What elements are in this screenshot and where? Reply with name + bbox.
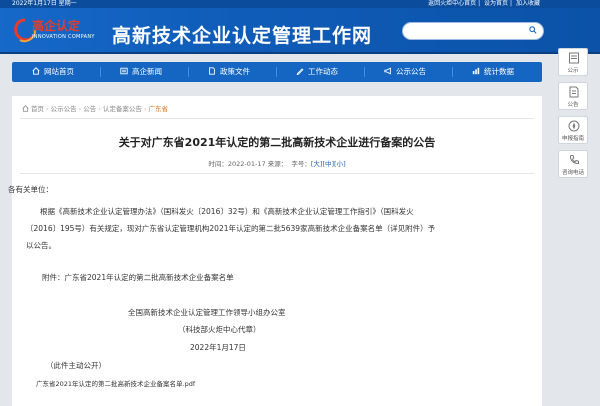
nav-divider <box>188 67 189 77</box>
nav-item-work[interactable]: 工作动态 <box>296 62 338 82</box>
home-icon <box>22 105 29 112</box>
sidebar-label: 公告 <box>567 102 579 108</box>
main-nav: 网站首页 高企新闻 政策文件 工作动态 公示公告 统计数据 <box>12 62 542 82</box>
pen-icon <box>296 68 304 75</box>
announcement-icon <box>569 86 579 98</box>
nav-item-announcements[interactable]: 公示公告 <box>384 62 426 82</box>
site-header: 高企认定 INNOVATION COMPANY 高新技术企业认定管理工作网 <box>0 8 600 54</box>
home-icon <box>32 67 40 75</box>
megaphone-icon <box>384 67 391 75</box>
chart-icon <box>472 67 480 75</box>
logo-text: 高企认定 <box>32 19 81 33</box>
signature-date: 2022年1月17日 <box>190 343 246 352</box>
article-date: 时间：2022-01-17 来源： <box>208 160 288 168</box>
sidebar-label: 申报指南 <box>561 136 584 142</box>
attachment-file-link[interactable]: 广东省2021年认定的第二批高新技术企业备案名单.pdf <box>36 378 195 388</box>
breadcrumb-announcements[interactable]: 公告 <box>83 105 96 113</box>
breadcrumb-notices[interactable]: 公示公告 <box>51 105 77 113</box>
nav-label: 高企新闻 <box>132 67 162 76</box>
nav-divider <box>276 67 277 77</box>
font-large-button[interactable]: [大] <box>311 160 323 168</box>
signature-sub: （科技部火炬中心代章） <box>178 325 261 334</box>
nav-divider <box>364 67 365 77</box>
font-medium-button[interactable]: [中] <box>322 160 334 168</box>
article-panel: 首页 › 公示公告 › 公告 › 认定备案公告 › 广东省 关于对广东省2021年认定的第二批高… <box>8 96 542 406</box>
top-bar: 2022年1月17日 星期一 返回火炬中心首页 | 设为首页 | 加入收藏 <box>0 0 600 8</box>
font-size-label: 字号： <box>291 160 311 168</box>
nav-item-policy[interactable]: 政策文件 <box>208 62 250 82</box>
top-links: 返回火炬中心首页 | 设为首页 | 加入收藏 <box>428 0 540 7</box>
divider <box>20 173 534 174</box>
nav-item-statistics[interactable]: 统计数据 <box>472 62 514 82</box>
disclosure-note: （此件主动公开） <box>46 361 106 370</box>
article-meta: 时间：2022-01-17 来源： 字号：[大][中][小] <box>12 158 542 168</box>
breadcrumb: 首页 › 公示公告 › 公告 › 认定备案公告 › 广东省 <box>22 103 168 113</box>
phone-icon <box>569 155 579 165</box>
sidebar-label: 咨询电话 <box>561 170 584 176</box>
signature-org: 全国高新技术企业认定管理工作领导小组办公室 <box>128 308 286 317</box>
nav-item-news[interactable]: 高企新闻 <box>120 62 162 82</box>
current-date: 2022年1月17日 星期一 <box>12 0 77 7</box>
add-favorite-link[interactable]: 加入收藏 <box>516 0 540 7</box>
breadcrumb-current: 广东省 <box>148 105 168 113</box>
home-link[interactable]: 返回火炬中心首页 <box>428 0 476 7</box>
logo-subtext: INNOVATION COMPANY <box>32 34 95 40</box>
nav-label: 网站首页 <box>44 67 74 76</box>
set-homepage-link[interactable]: 设为首页 <box>484 0 508 7</box>
nav-label: 政策文件 <box>220 67 250 76</box>
article-paragraph: 以公告。 <box>26 241 56 250</box>
breadcrumb-filing[interactable]: 认定备案公告 <box>103 105 142 113</box>
compass-icon <box>568 120 580 132</box>
nav-divider <box>100 67 101 77</box>
nav-label: 统计数据 <box>484 67 514 76</box>
site-title: 高新技术企业认定管理工作网 <box>112 25 373 47</box>
nav-label: 公示公告 <box>396 67 426 76</box>
article-paragraph: 〔2016〕195号）有关规定，现对广东省认定管理机构2021年认定的第二批56… <box>26 224 436 233</box>
sidebar-guide-button[interactable]: 申报指南 <box>558 116 588 144</box>
site-logo[interactable]: 高企认定 INNOVATION COMPANY <box>10 14 100 48</box>
breadcrumb-home[interactable]: 首页 <box>31 105 44 113</box>
sidebar-announcement-button[interactable]: 公告 <box>558 82 588 110</box>
nav-divider <box>452 67 453 77</box>
search-input[interactable] <box>402 22 544 40</box>
font-small-button[interactable]: [小] <box>334 160 346 168</box>
nav-item-home[interactable]: 网站首页 <box>32 62 74 82</box>
attachment-label: 附件：广东省2021年认定的第二批高新技术企业备案名单 <box>42 273 234 282</box>
article-paragraph: 根据《高新技术企业认定管理办法》（国科发火〔2016〕32号）和《高新技术企业认… <box>40 207 414 216</box>
article-salutation: 各有关单位： <box>8 185 53 194</box>
search-icon[interactable] <box>529 26 537 34</box>
notice-icon <box>569 52 579 64</box>
sidebar-notice-button[interactable]: 公示 <box>558 48 588 76</box>
article-title: 关于对广东省2021年认定的第二批高新技术企业进行备案的公告 <box>118 136 436 149</box>
sidebar-label: 公示 <box>567 68 579 74</box>
nav-label: 工作动态 <box>308 67 338 76</box>
news-icon <box>120 67 128 75</box>
sidebar-phone-button[interactable]: 咨询电话 <box>558 150 588 178</box>
document-icon <box>209 67 215 75</box>
divider <box>20 118 534 119</box>
